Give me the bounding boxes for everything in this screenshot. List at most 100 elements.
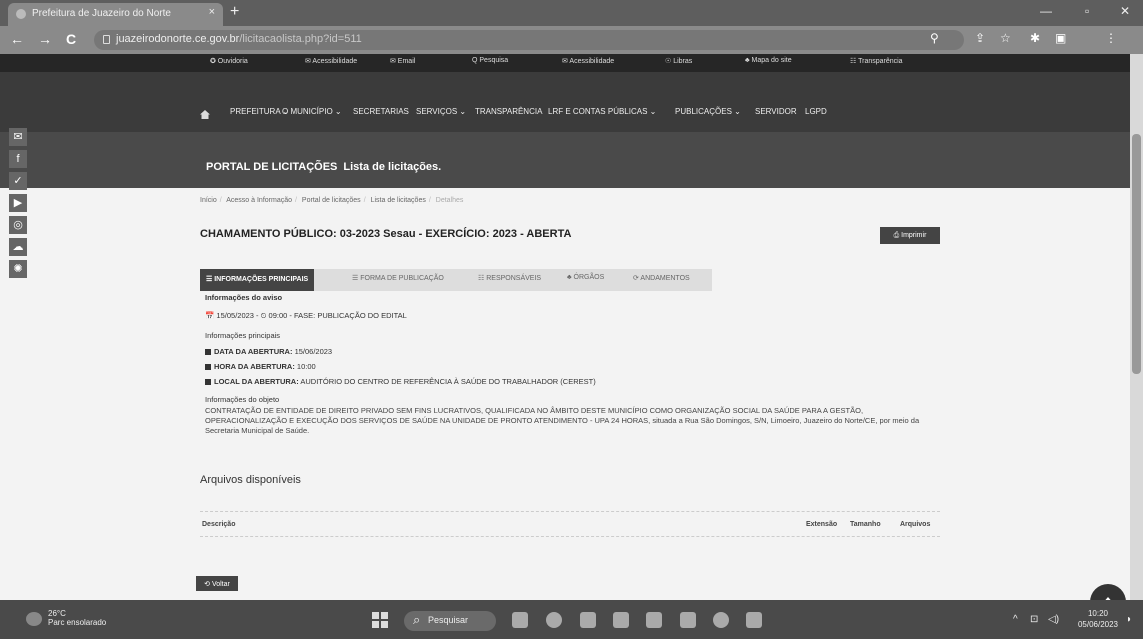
window-close-icon[interactable]: ✕ bbox=[1120, 4, 1130, 18]
tab-andamentos[interactable]: ⟳ ANDAMENTOS bbox=[633, 274, 690, 282]
menu-item-lgpd[interactable]: LGPD bbox=[805, 107, 827, 116]
bookmark-star-icon[interactable]: ☆ bbox=[1000, 31, 1011, 45]
reload-icon[interactable]: C bbox=[66, 31, 76, 47]
clock-time: 10:20 bbox=[1087, 609, 1109, 618]
weather-temp: 26°C bbox=[48, 609, 66, 618]
page-scrollbar[interactable] bbox=[1130, 54, 1143, 600]
hero-title: PORTAL DE LICITAÇÕES Lista de licitações. bbox=[206, 161, 441, 173]
tab-responsaveis[interactable]: ☷ RESPONSÁVEIS bbox=[478, 274, 541, 282]
menu-item-transparencia[interactable]: TRANSPARÊNCIA bbox=[475, 107, 542, 116]
detail-tabs: ☰ INFORMAÇÕES PRINCIPAIS ☰ FORMA DE PUBL… bbox=[200, 269, 712, 291]
volume-icon[interactable]: ◁) bbox=[1048, 614, 1059, 625]
menu-item-secretarias[interactable]: SECRETARIAS bbox=[353, 107, 409, 116]
aviso-heading: Informações do aviso bbox=[205, 293, 283, 302]
back-icon[interactable]: ← bbox=[10, 31, 24, 47]
store-icon[interactable] bbox=[646, 612, 662, 628]
breadcrumb: Início / Acesso à Informação / Portal de l… bbox=[200, 197, 464, 204]
objeto-heading: Informações do objeto bbox=[205, 395, 280, 404]
hora-abertura: HORA DA ABERTURA: 10:00 bbox=[205, 362, 316, 371]
utility-link[interactable]: ✪ Ouvidoria bbox=[210, 57, 248, 65]
tab-close-icon[interactable]: × bbox=[209, 6, 215, 18]
tab-forma-publicacao[interactable]: ☰ FORMA DE PUBLICAÇÃO bbox=[352, 274, 444, 282]
twitter-icon[interactable]: ✓ bbox=[9, 172, 27, 190]
sidepanel-icon[interactable]: ▣ bbox=[1055, 31, 1066, 45]
menu-item-servicos[interactable]: SERVIÇOS ⌄ bbox=[416, 107, 466, 116]
contrast-icon[interactable]: ✺ bbox=[9, 260, 27, 278]
window-minimize-icon[interactable]: — bbox=[1040, 4, 1052, 18]
site-utility-bar: ✪ Ouvidoria ✉ Acessibilidade ✉ Email Q P… bbox=[0, 54, 1130, 72]
weather-widget[interactable]: 26°C Parc ensolarado bbox=[48, 609, 106, 627]
tab-informacoes-principais[interactable]: ☰ INFORMAÇÕES PRINCIPAIS bbox=[200, 269, 315, 291]
tray-chevron-icon[interactable]: ^ bbox=[1013, 614, 1018, 625]
breadcrumb-item[interactable]: Início bbox=[200, 197, 217, 204]
col-descricao: Descrição bbox=[202, 521, 236, 528]
utility-link[interactable]: Q Pesquisa bbox=[472, 57, 508, 64]
url-field[interactable]: juazeirodonorte.ce.gov.br/licitacaolista… bbox=[94, 30, 964, 50]
notification-icon[interactable]: ◗ bbox=[1126, 614, 1132, 625]
new-tab-icon[interactable]: + bbox=[230, 3, 239, 21]
clock-date: 05/06/2023 bbox=[1077, 620, 1119, 629]
accessibility-icon[interactable]: ☁ bbox=[9, 238, 27, 256]
network-icon[interactable]: ⊡ bbox=[1030, 614, 1038, 625]
menu-item-publicacoes[interactable]: PUBLICAÇÕES ⌄ bbox=[675, 107, 741, 116]
zoom-icon[interactable]: ⚲ bbox=[930, 31, 939, 45]
data-abertura: DATA DA ABERTURA: 15/06/2023 bbox=[205, 347, 332, 356]
extensions-icon[interactable]: ✱ bbox=[1030, 31, 1040, 45]
browser-tab[interactable]: Prefeitura de Juazeiro do Norte × bbox=[8, 3, 223, 26]
widgets-icon[interactable] bbox=[580, 612, 596, 628]
page-hero bbox=[0, 132, 1130, 188]
weather-desc: Parc ensolarado bbox=[48, 618, 107, 627]
url-path: /licitacaolista.php?id=511 bbox=[239, 33, 362, 45]
windows-start-icon[interactable] bbox=[372, 612, 388, 628]
menu-item-servidor[interactable]: SERVIDOR bbox=[755, 107, 797, 116]
home-icon[interactable] bbox=[200, 110, 210, 119]
breadcrumb-item[interactable]: Portal de licitações bbox=[302, 197, 361, 204]
window-maximize-icon[interactable]: ▫ bbox=[1085, 4, 1089, 18]
utility-link[interactable]: ☉ Libras bbox=[665, 57, 692, 65]
scrollbar-thumb[interactable] bbox=[1132, 134, 1141, 374]
breadcrumb-item[interactable]: Acesso à Informação bbox=[226, 197, 292, 204]
share-icon[interactable]: ⇪ bbox=[975, 31, 985, 45]
office-app-icon[interactable] bbox=[746, 612, 762, 628]
arquivos-table: Descrição Extensão Tamanho Arquivos bbox=[200, 511, 940, 537]
hero-subtitle: Lista de licitações. bbox=[343, 161, 442, 173]
col-extensao: Extensão bbox=[806, 521, 838, 528]
print-button[interactable]: ⎙ Imprimir bbox=[880, 227, 940, 244]
file-explorer-icon[interactable] bbox=[680, 612, 696, 628]
email-icon[interactable]: ✉ bbox=[9, 128, 27, 146]
address-bar-row: ← → C juazeirodonorte.ce.gov.br/licitaca… bbox=[0, 26, 1143, 54]
col-arquivos: Arquivos bbox=[900, 521, 931, 528]
forward-icon[interactable]: → bbox=[38, 31, 52, 47]
utility-link[interactable]: ✉ Acessibilidade bbox=[305, 57, 357, 65]
lock-icon bbox=[103, 35, 110, 44]
page-title: CHAMAMENTO PÚBLICO: 03-2023 Sesau - EXER… bbox=[200, 228, 572, 240]
menu-item-lrf[interactable]: LRF E CONTAS PÚBLICAS ⌄ bbox=[548, 107, 656, 116]
breadcrumb-current: Detalhes bbox=[435, 197, 464, 204]
calendar-app-icon[interactable] bbox=[613, 612, 629, 628]
chrome-icon[interactable] bbox=[713, 612, 729, 628]
chat-icon[interactable] bbox=[546, 612, 562, 628]
menu-item-municipio[interactable]: O MUNICÍPIO ⌄ bbox=[282, 107, 342, 116]
taskbar-clock[interactable]: 10:20 05/06/2023 bbox=[1074, 608, 1122, 630]
task-view-icon[interactable] bbox=[512, 612, 528, 628]
browser-menu-icon[interactable]: ⋮ bbox=[1105, 31, 1117, 45]
youtube-icon[interactable]: ▶ bbox=[9, 194, 27, 212]
main-menu: PREFEITURA ⌄ O MUNICÍPIO ⌄ SECRETARIAS S… bbox=[0, 72, 1130, 132]
tab-orgaos[interactable]: ♣ ÓRGÃOS bbox=[567, 274, 604, 281]
arquivos-heading: Arquivos disponíveis bbox=[200, 474, 301, 486]
voltar-button[interactable]: ⟲ Voltar bbox=[196, 576, 238, 591]
instagram-icon[interactable]: ◎ bbox=[9, 216, 27, 234]
utility-link[interactable]: ♣ Mapa do site bbox=[745, 57, 792, 64]
taskbar-search[interactable]: Pesquisar bbox=[404, 611, 496, 631]
facebook-icon[interactable]: f bbox=[9, 150, 27, 168]
weather-icon[interactable] bbox=[26, 612, 42, 626]
utility-link[interactable]: ✉ Acessibilidade bbox=[562, 57, 614, 65]
utility-link[interactable]: ☷ Transparência bbox=[850, 57, 903, 65]
tab-title: Prefeitura de Juazeiro do Norte bbox=[32, 8, 171, 19]
utility-link[interactable]: ✉ Email bbox=[390, 57, 415, 65]
local-abertura: LOCAL DA ABERTURA: AUDITÓRIO DO CENTRO D… bbox=[205, 377, 596, 386]
menu-item-prefeitura[interactable]: PREFEITURA ⌄ bbox=[230, 107, 289, 116]
col-tamanho: Tamanho bbox=[850, 521, 881, 528]
breadcrumb-item[interactable]: Lista de licitações bbox=[371, 197, 426, 204]
hero-title-text: PORTAL DE LICITAÇÕES bbox=[206, 161, 338, 173]
